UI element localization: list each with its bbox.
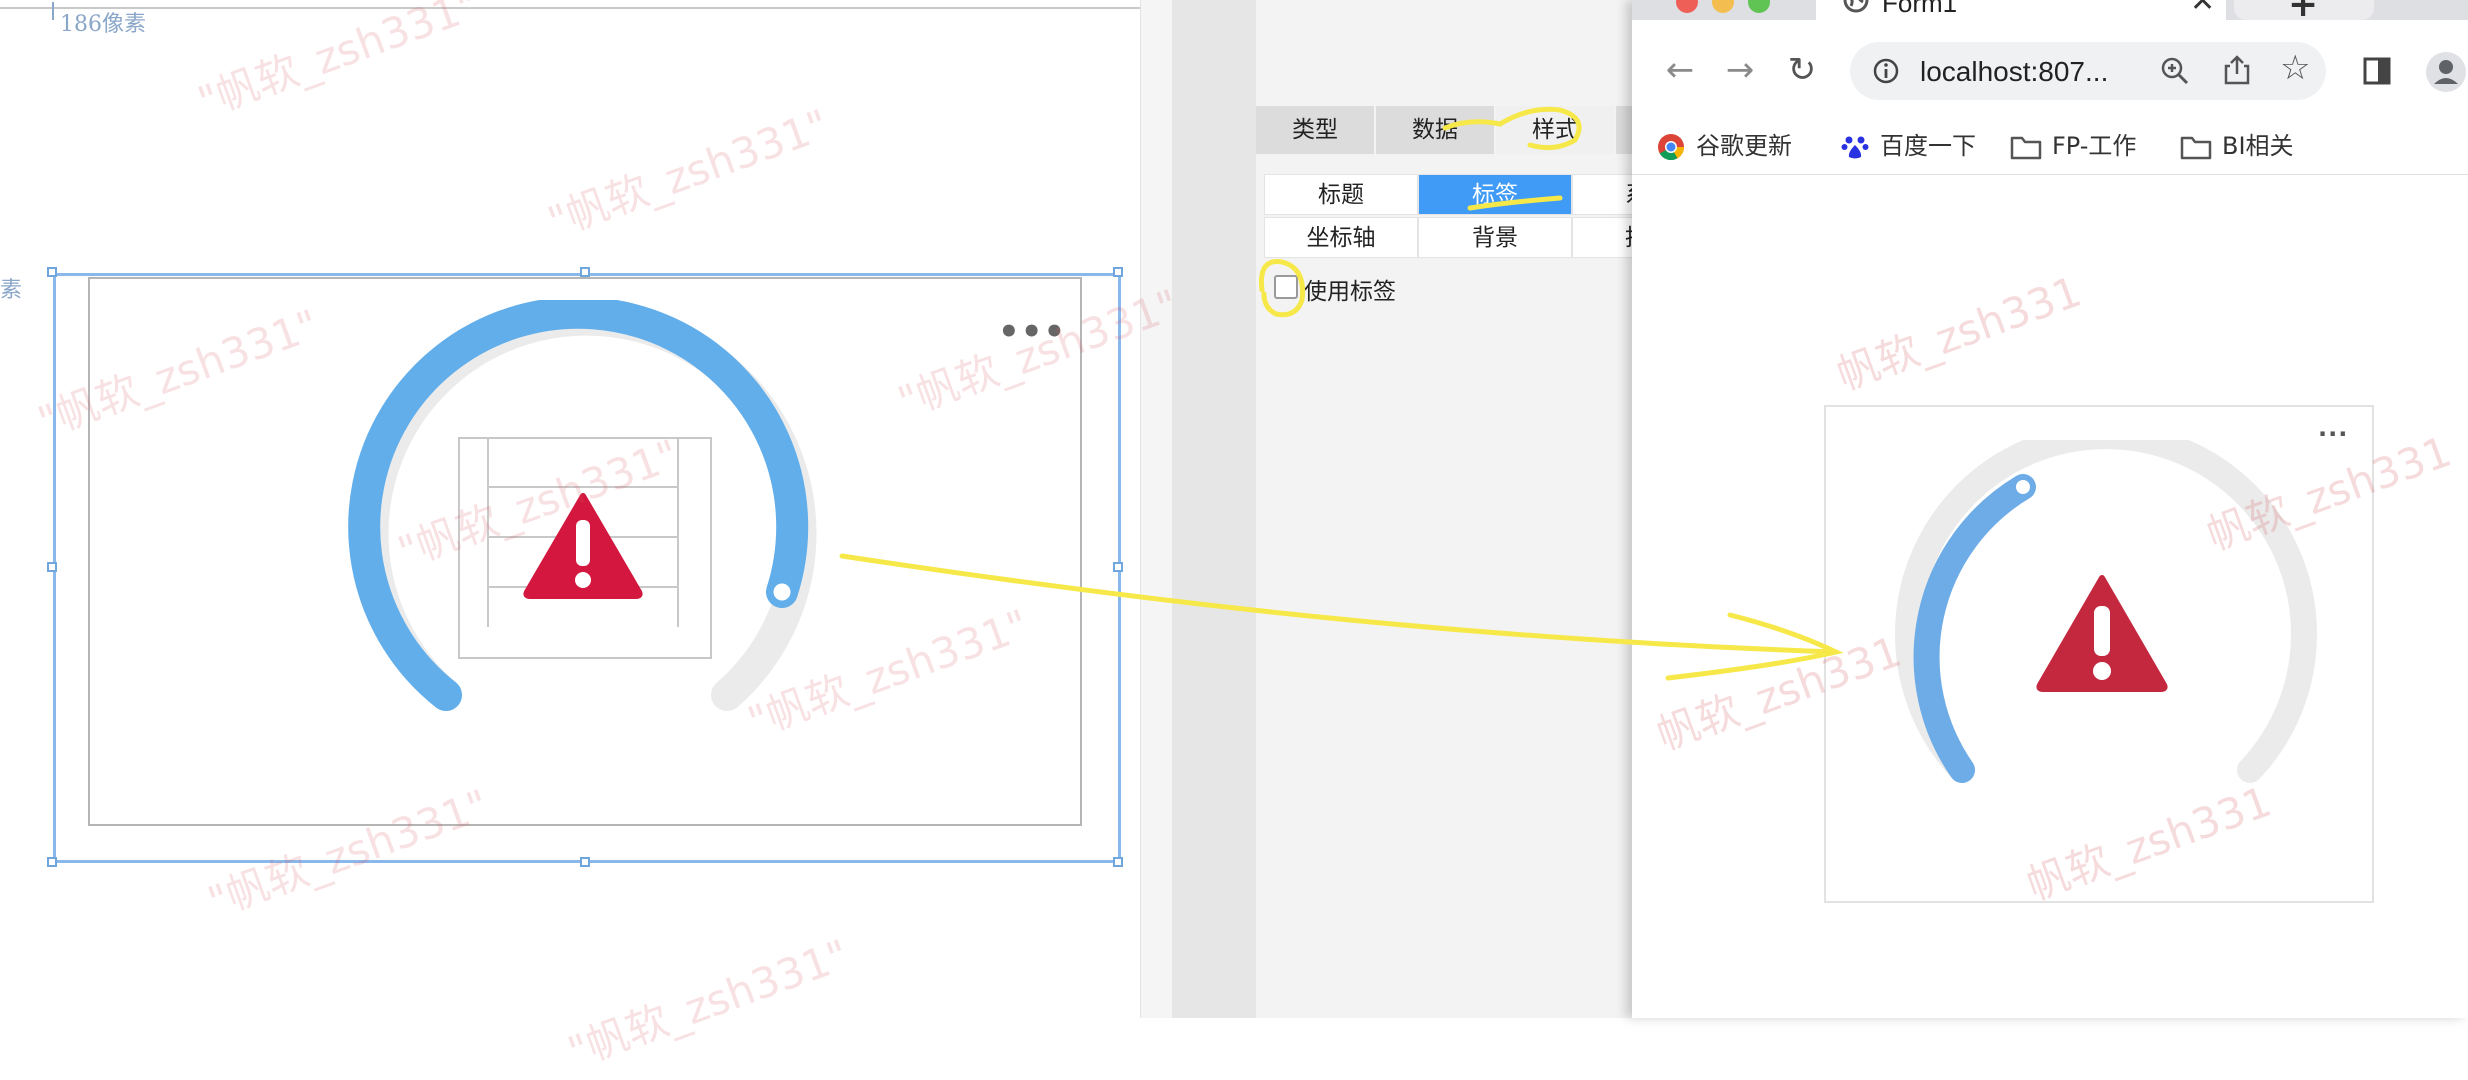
annotation-tab-mark <box>1442 106 1582 151</box>
annotation-subtab-underline <box>1467 195 1563 211</box>
annotation-checkbox-circle <box>1258 259 1306 318</box>
annotation-arrow-line <box>839 553 1839 655</box>
annotation-layer <box>839 106 1844 681</box>
